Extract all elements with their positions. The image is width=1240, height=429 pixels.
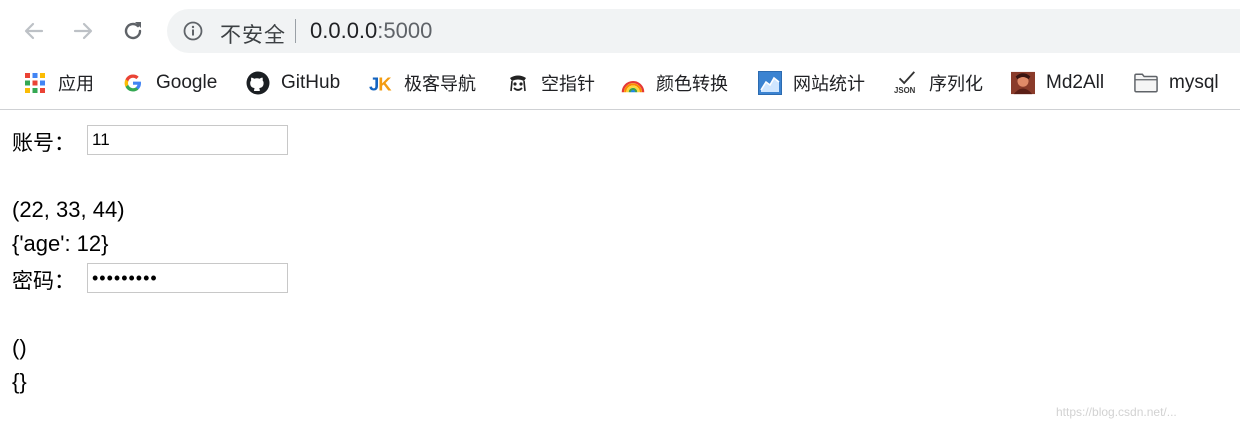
bookmark-jike-nav[interactable]: J K 极客导航 [369,68,476,98]
bookmark-label: Md2All [1046,72,1105,93]
url-port: :5000 [377,18,433,43]
not-secure-label[interactable]: 不安全 [220,19,286,49]
bookmark-label: 网站统计 [793,74,865,95]
info-icon[interactable] [183,21,203,41]
bookmark-label: 序列化 [929,74,983,95]
bookmark-github[interactable]: GitHub [246,68,340,98]
bookmark-apps[interactable]: 应用 [23,68,94,98]
rainbow-icon [621,71,645,95]
url-host: 0.0.0.0 [310,18,378,43]
account-input[interactable] [87,125,288,155]
jk-logo-icon: J K [369,71,393,95]
empty-tuple-output: () [12,335,27,360]
md2all-avatar-icon [1011,71,1035,95]
bookmark-null-pointer[interactable]: 空指针 [506,68,595,98]
bookmarks-bar: 应用 Google GitHub J K 极客导航 空指针 颜色转换 网站统计 … [0,60,1240,110]
bookmark-md2all[interactable]: Md2All [1011,68,1104,98]
account-label: 账号： [12,131,75,155]
arrow-left-icon [24,22,44,40]
bookmark-site-stats[interactable]: 网站统计 [758,68,865,98]
reload-icon [124,22,142,40]
bookmark-label: 空指针 [541,74,595,95]
stats-chart-icon [758,71,782,95]
svg-text:JSON: JSON [894,86,916,95]
dict-output: {'age': 12} [12,231,109,256]
watermark: https://blog.csdn.net/... [1056,405,1177,419]
password-label: 密码： [12,269,75,293]
url-text[interactable]: 0.0.0.0:5000 [310,18,432,44]
empty-dict-output: {} [12,369,27,394]
arrow-right-icon [73,22,93,40]
svg-text:K: K [378,73,392,94]
bookmark-google[interactable]: Google [121,68,217,98]
reload-button[interactable] [118,16,148,46]
folder-icon [1134,71,1158,95]
bookmark-serialize[interactable]: JSON 序列化 [894,68,983,98]
address-bar[interactable]: 不安全 0.0.0.0:5000 [167,9,1240,53]
google-g-icon [121,71,145,95]
bookmark-label: GitHub [281,72,341,93]
bookmark-label: 颜色转换 [656,74,728,95]
browser-toolbar: 不安全 0.0.0.0:5000 [0,0,1240,60]
json-check-icon: JSON [894,71,918,95]
bookmark-label: 极客导航 [404,74,476,95]
password-input[interactable] [87,263,288,293]
bookmark-color-convert[interactable]: 颜色转换 [621,68,728,98]
back-button[interactable] [19,16,49,46]
bookmark-label: 应用 [58,74,94,95]
bookmark-label: Google [156,72,218,93]
bookmark-label: mysql [1169,72,1219,93]
github-octocat-icon [246,71,270,95]
forward-button[interactable] [68,16,98,46]
tuple-output: (22, 33, 44) [12,197,125,222]
omnibox-divider [295,19,296,43]
bookmark-mysql[interactable]: mysql [1134,68,1219,98]
null-pointer-logo-icon [506,71,530,95]
apps-grid-icon [23,71,47,95]
